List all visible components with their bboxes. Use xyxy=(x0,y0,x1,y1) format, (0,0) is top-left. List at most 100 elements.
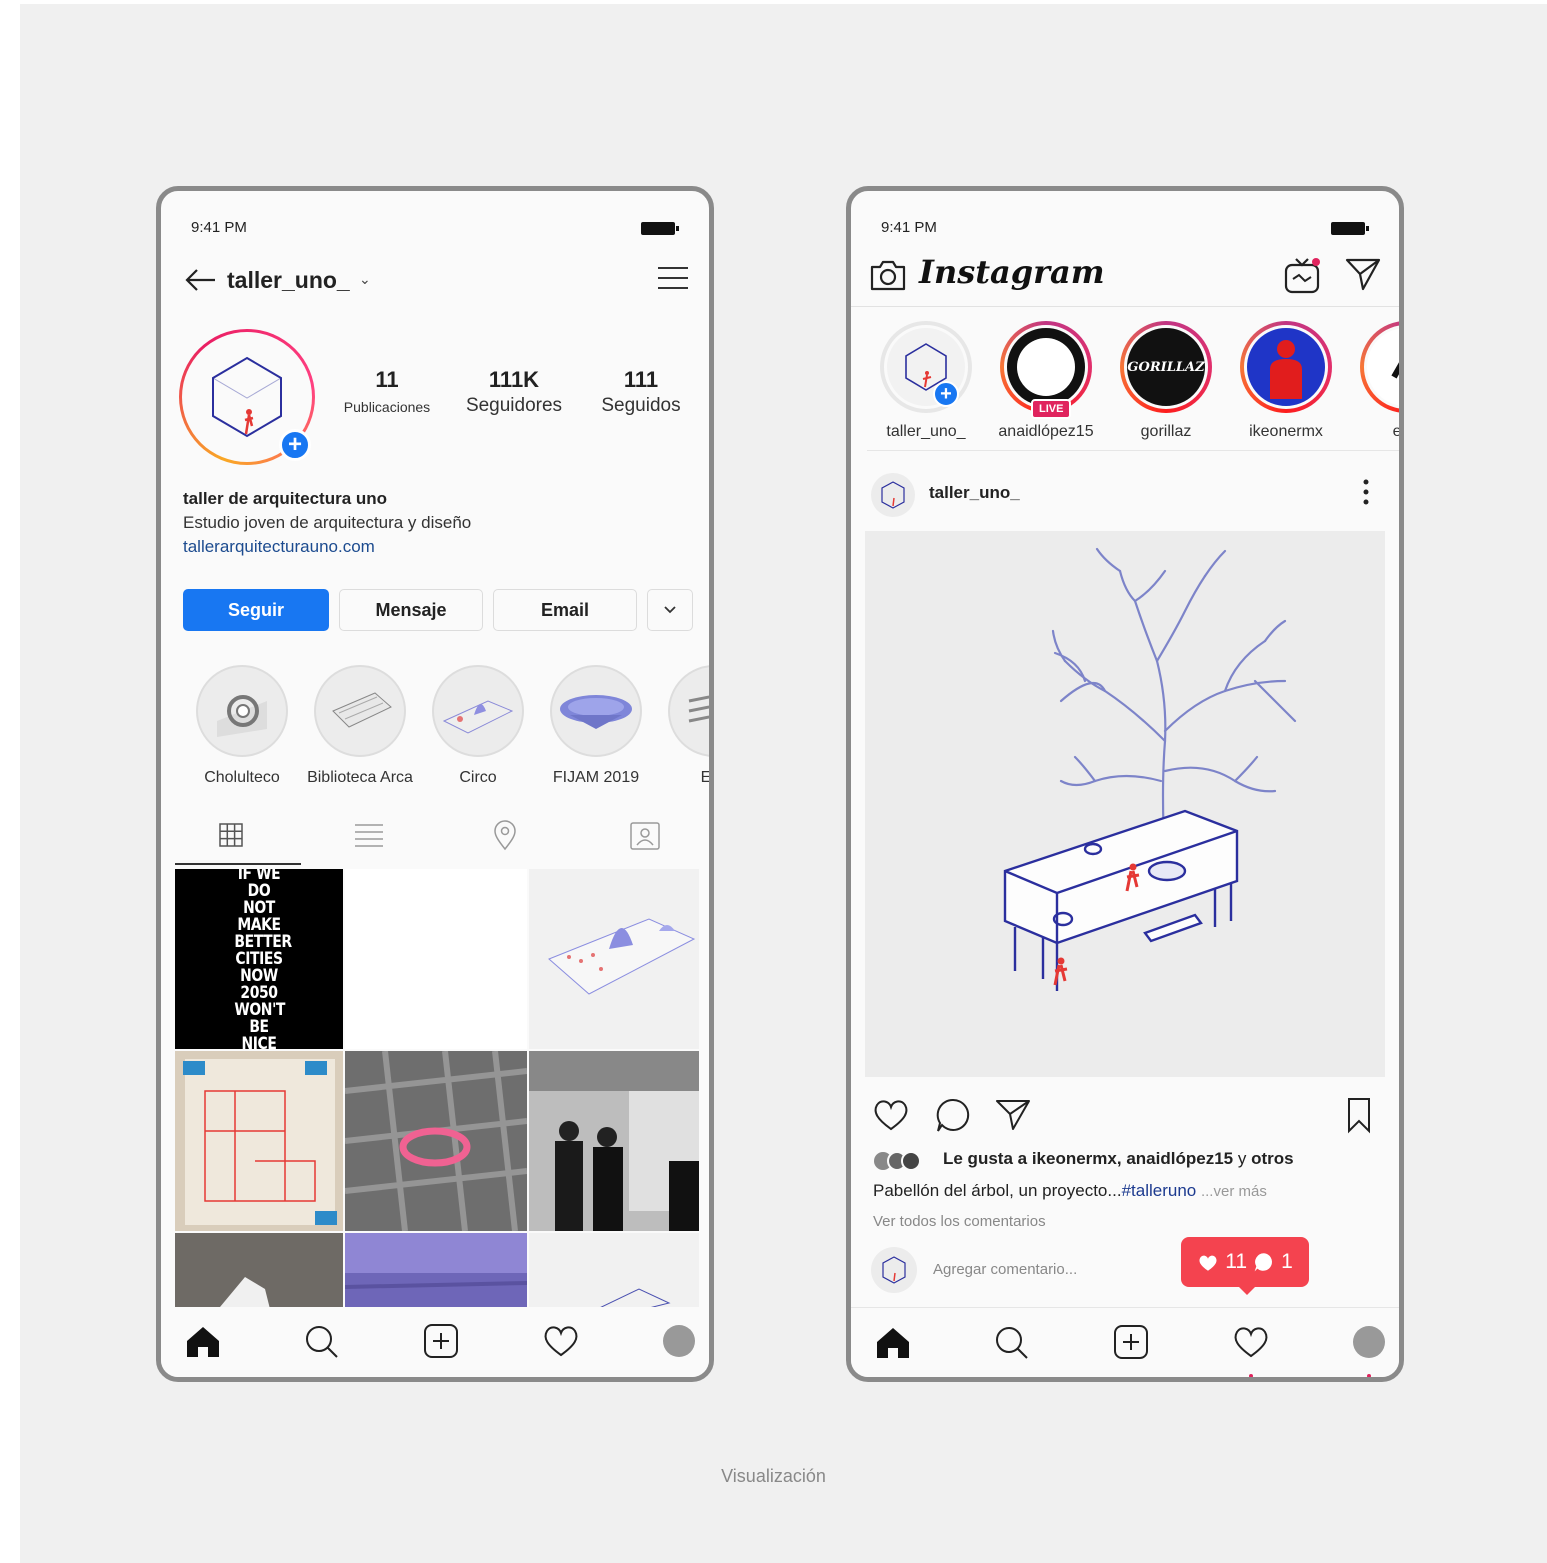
post-actions xyxy=(865,1091,1385,1137)
highlight-cholulteco[interactable]: Cholulteco xyxy=(183,665,301,787)
comment-input[interactable]: Agregar comentario... xyxy=(933,1261,1077,1278)
heart-icon xyxy=(1199,1255,1217,1271)
pavilion-illustration xyxy=(1003,547,1297,991)
grid-view-icon[interactable] xyxy=(213,817,249,853)
feed-phone-mockup: 9:41 PM Instagram + taller_uno_ LIVE ana… xyxy=(846,186,1404,1382)
view-all-comments-link[interactable]: Ver todos los comentarios xyxy=(873,1213,1046,1230)
post-author-username[interactable]: taller_uno_ xyxy=(929,483,1020,503)
posts-stat[interactable]: 11 Publicaciones xyxy=(341,367,433,415)
posts-count: 11 xyxy=(375,367,399,392)
message-button[interactable]: Mensaje xyxy=(339,589,483,631)
battery-icon xyxy=(1331,222,1369,235)
home-icon[interactable] xyxy=(873,1322,913,1362)
live-badge: LIVE xyxy=(1031,399,1072,419)
story-estr[interactable]: estr xyxy=(1347,321,1399,441)
story-anaidlopez15[interactable]: LIVE anaidlópez15 xyxy=(987,321,1105,441)
share-icon[interactable] xyxy=(993,1095,1033,1135)
liker-username[interactable]: ikeonermx xyxy=(1032,1149,1117,1168)
bio-link[interactable]: tallerarquitecturauno.com xyxy=(183,537,683,557)
highlight-fijam-2019[interactable]: FIJAM 2019 xyxy=(537,665,655,787)
status-time: 9:41 PM xyxy=(881,219,937,236)
highlight-thumbnail xyxy=(550,665,642,757)
back-arrow-icon[interactable] xyxy=(183,265,217,295)
tagged-photos-icon[interactable] xyxy=(627,817,663,853)
follow-button[interactable]: Seguir xyxy=(183,589,329,631)
menu-icon[interactable] xyxy=(657,265,689,291)
likes-summary[interactable]: Le gusta a ikeonermx, anaidlópez15 y otr… xyxy=(873,1149,1377,1173)
story-ikeonermx[interactable]: ikeonermx xyxy=(1227,321,1345,441)
notification-likes-count: 11 xyxy=(1225,1250,1248,1273)
profile-username[interactable]: taller_uno_ xyxy=(227,267,350,294)
direct-message-icon[interactable] xyxy=(1345,257,1381,291)
heart-icon[interactable] xyxy=(541,1321,581,1361)
post-thumbnail-poster[interactable]: IF WE DO NOT MAKE BETTER CITIES NOW 2050… xyxy=(175,869,343,1049)
location-pin-icon[interactable] xyxy=(487,817,523,853)
chevron-down-icon[interactable]: ⌄ xyxy=(359,271,371,288)
following-stat[interactable]: 111 Seguidos xyxy=(593,367,689,417)
post-thumbnail-sketch[interactable] xyxy=(175,1051,343,1231)
camera-icon[interactable] xyxy=(869,257,907,293)
likes-prefix: Le gusta a xyxy=(943,1149,1028,1168)
caption-see-more[interactable]: ...ver más xyxy=(1201,1183,1267,1200)
add-story-plus-icon[interactable]: + xyxy=(933,381,959,407)
list-view-icon[interactable] xyxy=(351,817,387,853)
battery-icon xyxy=(641,222,679,235)
liker-avatars xyxy=(874,1151,921,1171)
profile-action-buttons: Seguir Mensaje Email xyxy=(183,589,693,631)
caption-hashtag[interactable]: #talleruno xyxy=(1122,1181,1197,1200)
highlight-thumbnail xyxy=(668,665,709,757)
post-thumbnail-exhibition[interactable] xyxy=(529,1051,699,1231)
story-username: anaidlópez15 xyxy=(998,423,1094,440)
new-post-icon[interactable] xyxy=(1111,1322,1151,1362)
like-heart-icon[interactable] xyxy=(871,1095,911,1135)
post-thumbnail-blank[interactable] xyxy=(345,869,527,1049)
highlight-esc[interactable]: Esc xyxy=(655,665,709,787)
liker-username[interactable]: anaidlópez15 xyxy=(1126,1149,1233,1168)
activity-notification-bubble[interactable]: 11 1 xyxy=(1181,1237,1309,1295)
post-thumbnail-drawing[interactable] xyxy=(529,1233,699,1309)
likes-others[interactable]: otros xyxy=(1251,1149,1294,1168)
highlight-biblioteca-arca[interactable]: Biblioteca Arca xyxy=(301,665,419,787)
likes-connector: y xyxy=(1237,1149,1247,1168)
story-username: gorillaz xyxy=(1140,423,1192,440)
hexagon-logo-icon xyxy=(212,356,282,438)
profile-post-grid: IF WE DO NOT MAKE BETTER CITIES NOW 2050… xyxy=(175,869,699,1309)
comment-icon[interactable] xyxy=(933,1095,973,1135)
profile-dot-indicator xyxy=(1367,1374,1371,1377)
post-thumbnail-model[interactable] xyxy=(175,1233,343,1309)
profile-header: taller_uno_ ⌄ xyxy=(161,261,709,301)
notification-comments-count: 1 xyxy=(1281,1250,1293,1273)
more-options-button[interactable] xyxy=(647,589,693,631)
more-options-icon[interactable] xyxy=(1361,477,1371,507)
caption-text: Pabellón del árbol, un proyecto... xyxy=(873,1181,1122,1200)
add-story-plus-icon[interactable]: + xyxy=(279,429,311,461)
post-thumbnail-aerial[interactable] xyxy=(345,1051,527,1231)
post-thumbnail-circo[interactable] xyxy=(529,869,699,1049)
bio-description: Estudio joven de arquitectura y diseño xyxy=(183,513,472,532)
home-icon[interactable] xyxy=(183,1321,223,1361)
gorillaz-logo: GORILLAZ xyxy=(1127,359,1205,375)
bio-name: taller de arquitectura uno xyxy=(183,489,388,508)
post-image[interactable] xyxy=(865,531,1385,1077)
bottom-tab-bar xyxy=(851,1307,1399,1377)
highlight-label: Esc xyxy=(655,769,709,787)
heart-icon[interactable] xyxy=(1231,1322,1271,1362)
profile-avatar-tab-icon[interactable] xyxy=(663,1325,695,1357)
post-thumbnail-city[interactable] xyxy=(345,1233,527,1309)
followers-stat[interactable]: 111K Seguidores xyxy=(459,367,569,417)
posts-label: Publicaciones xyxy=(343,399,431,415)
followers-label: Seguidores xyxy=(465,395,563,416)
search-icon[interactable] xyxy=(301,1321,341,1361)
following-label: Seguidos xyxy=(601,395,681,416)
post-author-avatar[interactable] xyxy=(871,473,915,517)
story-gorillaz[interactable]: GORILLAZ gorillaz xyxy=(1107,321,1225,441)
bookmark-icon[interactable] xyxy=(1339,1095,1379,1135)
bottom-tab-bar xyxy=(161,1307,709,1377)
highlight-circo[interactable]: Circo xyxy=(419,665,537,787)
email-button[interactable]: Email xyxy=(493,589,637,631)
igtv-icon[interactable] xyxy=(1283,255,1321,295)
new-post-icon[interactable] xyxy=(421,1321,461,1361)
profile-avatar-tab-icon[interactable] xyxy=(1353,1326,1385,1358)
search-icon[interactable] xyxy=(991,1322,1031,1362)
story-own[interactable]: + taller_uno_ xyxy=(867,321,985,441)
